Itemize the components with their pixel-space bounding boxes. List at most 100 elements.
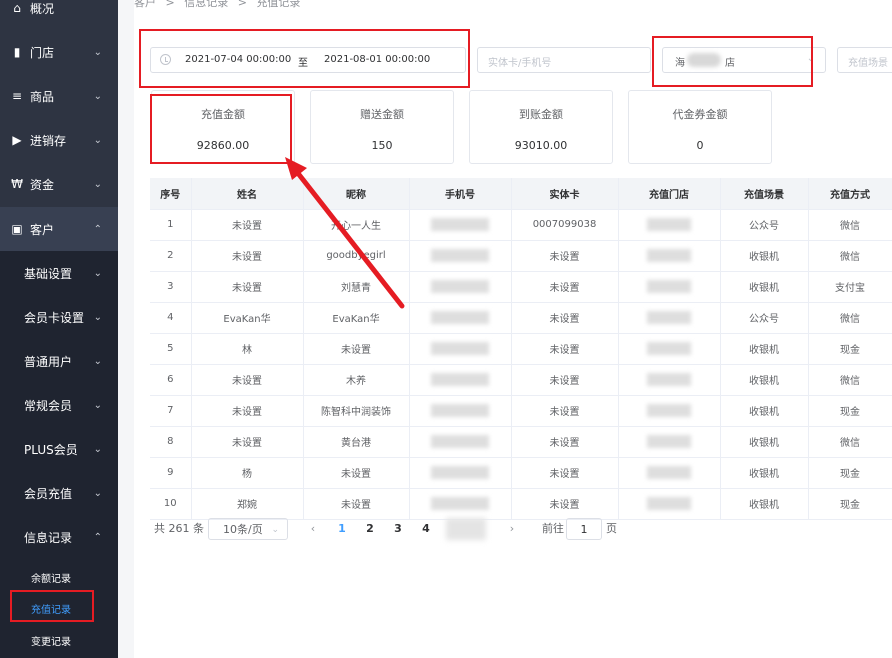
date-range-picker[interactable]: 2021-07-04 00:00:00 至 2021-08-01 00:00:0… — [150, 47, 466, 73]
sidebar-item-label: 变更记录 — [31, 636, 71, 648]
sidebar-item-member-recharge[interactable]: 会员充值 ⌄ — [0, 471, 118, 515]
table-cell: 收银机 — [720, 395, 809, 427]
table-cell: 未设置 — [191, 240, 304, 272]
nav-customer[interactable]: ▣ 客户 ⌃ — [0, 207, 118, 251]
recharge-scene-select[interactable]: 充值场景 — [837, 47, 892, 73]
table-cell: 未设置 — [511, 240, 619, 272]
table-row[interactable]: 7 未设置 陈智科中润装饰 未设置 收银机 现金 — [150, 395, 892, 427]
table-row[interactable]: 4 EvaKan华 EvaKan华 未设置 公众号 微信 — [150, 302, 892, 334]
table-row[interactable]: 10 郑婉 未设置 未设置 收银机 现金 — [150, 488, 892, 520]
table-cell: 未设置 — [191, 271, 304, 303]
table-row[interactable]: 3 未设置 刘慧青 未设置 收银机 支付宝 — [150, 271, 892, 303]
table-cell: 未设置 — [511, 395, 619, 427]
breadcrumb-current: 充值记录 — [256, 0, 301, 9]
col-header[interactable]: 充值方式 — [808, 178, 892, 210]
chevron-down-icon: ⌄ — [93, 443, 102, 455]
table-row[interactable]: 9 杨未设置 未设置 收银机 现金 — [150, 457, 892, 489]
page-4[interactable]: 4 — [416, 518, 436, 540]
chevron-down-icon: ⌄ — [93, 134, 102, 146]
goto-label: 前往 — [542, 522, 564, 535]
col-header[interactable]: 充值场景 — [720, 178, 809, 210]
nav-overview[interactable]: ⌂ 概况 — [0, 0, 118, 30]
chevron-up-icon: ⌃ — [93, 531, 102, 543]
page-size-value: 10条/页 — [223, 523, 263, 536]
nav-store[interactable]: ▮ 门店 ⌄ — [0, 30, 118, 74]
table-cell: 3 — [150, 271, 192, 303]
sidebar-item-change-records[interactable]: 变更记录 — [0, 625, 118, 655]
sidebar: ⌂ 概况 ▮ 门店 ⌄ ≡ 商品 ⌄ ▶ 进销存 ⌄ ₩ 资金 ⌄ ▣ 客户 ⌃… — [0, 0, 118, 658]
table-cell: 杨 — [191, 457, 304, 489]
stat-title: 充值金额 — [201, 108, 245, 121]
breadcrumb-item[interactable]: 客户 — [134, 0, 156, 9]
sidebar-item-info-records[interactable]: 信息记录 ⌃ — [0, 515, 118, 559]
col-header[interactable]: 实体卡 — [511, 178, 619, 210]
prev-page-button[interactable]: ‹ — [306, 518, 320, 540]
table-cell: 未设置 — [511, 457, 619, 489]
sidebar-item-regular-members[interactable]: 常规会员 ⌄ — [0, 383, 118, 427]
table-row[interactable]: 6 未设置 木养 未设置 收银机 微信 — [150, 364, 892, 396]
col-header[interactable]: 充值门店 — [618, 178, 721, 210]
page-size-select[interactable]: 10条/页 ⌄ — [208, 518, 288, 540]
sidebar-item-normal-users[interactable]: 普通用户 ⌄ — [0, 339, 118, 383]
table-row[interactable]: 5 林未设置 未设置 收银机 现金 — [150, 333, 892, 365]
table-cell: 收银机 — [720, 457, 809, 489]
table-row[interactable]: 2 未设置 goodbyegirl 未设置 收银机 微信 — [150, 240, 892, 272]
nav-goods[interactable]: ≡ 商品 ⌄ — [0, 74, 118, 118]
sidebar-item-basic-settings[interactable]: 基础设置 ⌄ — [0, 251, 118, 295]
table-cell: 支付宝 — [808, 271, 892, 303]
card-phone-input[interactable]: 实体卡/手机号 — [477, 47, 651, 73]
sidebar-item-label: 余额记录 — [31, 573, 71, 585]
table-row[interactable]: 8 未设置 黄台港 未设置 收银机 微信 — [150, 426, 892, 458]
page-3[interactable]: 3 — [388, 518, 408, 540]
page-1[interactable]: 1 — [332, 518, 352, 540]
stat-card-gift-amount: 赠送金额 150 — [310, 90, 454, 164]
goto-page-input[interactable]: 1 — [566, 518, 602, 540]
table-cell: 10 — [150, 488, 192, 520]
chevron-down-icon: ⌄ — [93, 90, 102, 102]
sidebar-item-balance-records[interactable]: 余额记录 — [0, 562, 118, 592]
page-2[interactable]: 2 — [360, 518, 380, 540]
id-card-icon: ▣ — [11, 222, 23, 236]
redacted-value — [431, 249, 489, 262]
table-cell — [409, 302, 512, 334]
table-cell — [618, 302, 721, 334]
store-select[interactable]: 海 店 ⌄ — [662, 47, 826, 73]
nav-inventory-label: 进销存 — [30, 133, 67, 148]
table-cell — [618, 333, 721, 365]
breadcrumb-item[interactable]: 信息记录 — [184, 0, 228, 9]
redacted-value — [431, 497, 489, 510]
date-end[interactable]: 2021-08-01 00:00:00 — [324, 54, 430, 65]
table-cell — [409, 426, 512, 458]
table-cell: 开心一人生 — [303, 209, 410, 241]
chevron-up-icon: ⌃ — [93, 223, 102, 235]
table-cell: 6 — [150, 364, 192, 396]
sidebar-item-label: 会员卡设置 — [24, 310, 85, 325]
chevron-down-icon: ⌄ — [93, 399, 102, 411]
table-cell: 9 — [150, 457, 192, 489]
chevron-down-icon: ⌄ — [93, 178, 102, 190]
next-page-button[interactable]: › — [505, 518, 519, 540]
sidebar-item-plus-members[interactable]: PLUS会员 ⌄ — [0, 427, 118, 471]
table-cell: 木养 — [303, 364, 410, 396]
date-start[interactable]: 2021-07-04 00:00:00 — [185, 54, 291, 65]
table-row[interactable]: 1 未设置 开心一人生 0007099038 公众号 微信 — [150, 209, 892, 241]
table-cell: 未设置 — [303, 457, 410, 489]
redacted-value — [647, 466, 691, 479]
stat-value: 150 — [371, 139, 393, 152]
col-header[interactable]: 手机号 — [409, 178, 512, 210]
nav-funds[interactable]: ₩ 资金 ⌄ — [0, 162, 118, 206]
col-header[interactable]: 姓名 — [191, 178, 304, 210]
sidebar-item-card-settings[interactable]: 会员卡设置 ⌄ — [0, 295, 118, 339]
table-cell: 收银机 — [720, 426, 809, 458]
col-header[interactable]: 序号 — [150, 178, 192, 210]
redacted-value — [431, 373, 489, 386]
recharge-records-table: 序号 姓名 昵称 手机号 实体卡 充值门店 充值场景 充值方式 1 未设置 开心一人… — [150, 178, 892, 520]
table-cell: 未设置 — [511, 364, 619, 396]
table-cell: 微信 — [808, 426, 892, 458]
nav-inventory[interactable]: ▶ 进销存 ⌄ — [0, 118, 118, 162]
table-cell: 未设置 — [511, 488, 619, 520]
table-cell — [409, 240, 512, 272]
table-cell: 0007099038 — [511, 209, 619, 241]
sidebar-item-recharge-records[interactable]: 充值记录 — [0, 593, 118, 623]
col-header[interactable]: 昵称 — [303, 178, 410, 210]
